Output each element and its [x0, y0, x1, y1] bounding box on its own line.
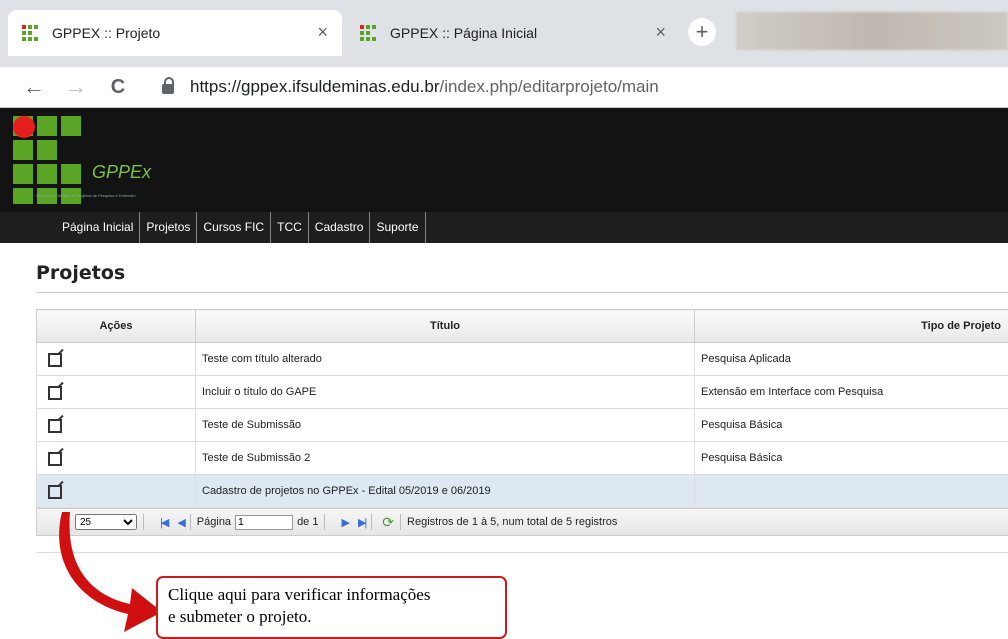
- blurred-tabs: [736, 12, 1008, 50]
- type-cell: [694, 474, 1008, 508]
- page-total-label: de 1: [297, 516, 319, 528]
- close-icon[interactable]: ×: [655, 22, 666, 43]
- type-cell: Pesquisa Aplicada: [694, 342, 1008, 376]
- actions-cell: [36, 408, 196, 442]
- edit-icon[interactable]: [48, 451, 62, 466]
- projects-table: Ações Título Tipo de Projeto Teste com t…: [36, 309, 1008, 508]
- new-tab-icon[interactable]: +: [688, 18, 716, 46]
- back-icon[interactable]: ←: [22, 74, 46, 100]
- url-path: /index.php/editarprojeto/main: [439, 77, 659, 96]
- site-banner: [0, 108, 1008, 212]
- edit-icon[interactable]: [48, 418, 62, 433]
- menu-item-cursos-fic[interactable]: Cursos FIC: [197, 212, 272, 243]
- table-row[interactable]: Teste de Submissão 2 Pesquisa Básica: [36, 441, 1008, 475]
- table-row[interactable]: Teste com título alterado Pesquisa Aplic…: [36, 342, 1008, 376]
- page-title: Projetos: [36, 262, 126, 284]
- forward-icon[interactable]: →: [64, 74, 88, 100]
- type-cell: Pesquisa Básica: [694, 408, 1008, 442]
- type-cell: Extensão em Interface com Pesquisa: [694, 375, 1008, 409]
- url-host: https://gppex.ifsuldeminas.edu.br: [190, 77, 440, 96]
- gppex-favicon-icon: [360, 25, 376, 41]
- edit-icon[interactable]: [48, 484, 62, 499]
- prev-page-icon[interactable]: ◀: [177, 516, 186, 529]
- lock-icon[interactable]: [162, 77, 174, 94]
- pagination-bar: 25 |◀ ◀ Página de 1 ▶ ▶| ⟳ Registros de …: [36, 508, 1008, 536]
- tab-projeto[interactable]: GPPEX :: Projeto ×: [8, 10, 342, 56]
- divider: [324, 514, 326, 530]
- title-cell: Cadastro de projetos no GPPEx - Edital 0…: [195, 474, 695, 508]
- divider: [189, 514, 191, 530]
- actions-cell: [36, 441, 196, 475]
- callout-line-1: Clique aqui para verificar informações: [168, 585, 431, 604]
- divider: [36, 292, 1008, 293]
- actions-cell: [36, 375, 196, 409]
- records-info: Registros de 1 à 5, num total de 5 regis…: [407, 516, 618, 528]
- title-cell: Teste de Submissão 2: [195, 441, 695, 475]
- tab-title: GPPEX :: Página Inicial: [390, 25, 538, 41]
- menu-item-suporte[interactable]: Suporte: [370, 212, 426, 243]
- divider: [400, 514, 402, 530]
- type-cell: Pesquisa Básica: [694, 441, 1008, 475]
- logo-subtitle: Sistema de Gestão de Projetos de Pesquis…: [36, 193, 136, 198]
- browser-toolbar: ← → C https://gppex.ifsuldeminas.edu.br/…: [0, 67, 1008, 108]
- title-cell: Teste com título alterado: [195, 342, 695, 376]
- title-cell: Incluir o título do GAPE: [195, 375, 695, 409]
- logo-text: GPPEx: [92, 162, 152, 182]
- close-icon[interactable]: ×: [317, 22, 328, 43]
- gppex-favicon-icon: [22, 25, 38, 41]
- column-header-acoes[interactable]: Ações: [36, 309, 196, 343]
- callout-line-2: e submeter o projeto.: [168, 607, 312, 626]
- browser-tabstrip: GPPEX :: Projeto × GPPEX :: Página Inici…: [0, 0, 1008, 67]
- annotation-arrow-icon: [59, 512, 162, 632]
- edit-icon[interactable]: [48, 352, 62, 367]
- page-label: Página: [196, 516, 232, 528]
- tab-pagina-inicial[interactable]: GPPEX :: Página Inicial ×: [346, 10, 680, 56]
- column-header-titulo[interactable]: Título: [195, 309, 695, 343]
- address-bar[interactable]: https://gppex.ifsuldeminas.edu.br/index.…: [190, 77, 659, 97]
- menu-item-pagina-inicial[interactable]: Página Inicial: [56, 212, 141, 243]
- reload-icon[interactable]: C: [106, 76, 130, 99]
- column-header-tipo[interactable]: Tipo de Projeto: [694, 309, 1008, 343]
- refresh-icon[interactable]: ⟳: [382, 514, 394, 531]
- menu-item-tcc[interactable]: TCC: [271, 212, 309, 243]
- title-cell: Teste de Submissão: [195, 408, 695, 442]
- divider: [371, 514, 373, 530]
- table-row[interactable]: Teste de Submissão Pesquisa Básica: [36, 408, 1008, 442]
- actions-cell: [36, 342, 196, 376]
- last-page-icon[interactable]: ▶|: [358, 516, 367, 529]
- logo-red-dot: [13, 116, 35, 138]
- divider: [36, 552, 1008, 553]
- page-number-input[interactable]: [235, 514, 294, 530]
- next-page-icon[interactable]: ▶: [341, 516, 350, 529]
- actions-cell: [36, 474, 196, 508]
- tab-title: GPPEX :: Projeto: [52, 25, 161, 41]
- callout-box: Clique aqui para verificar informações e…: [156, 576, 507, 639]
- menu-item-cadastro[interactable]: Cadastro: [309, 212, 371, 243]
- table-row[interactable]: Incluir o título do GAPE Extensão em Int…: [36, 375, 1008, 409]
- table-row-selected[interactable]: Cadastro de projetos no GPPEx - Edital 0…: [36, 474, 1008, 508]
- main-menu: Página Inicial Projetos Cursos FIC TCC C…: [56, 212, 426, 243]
- edit-icon[interactable]: [48, 385, 62, 400]
- menu-item-projetos[interactable]: Projetos: [140, 212, 198, 243]
